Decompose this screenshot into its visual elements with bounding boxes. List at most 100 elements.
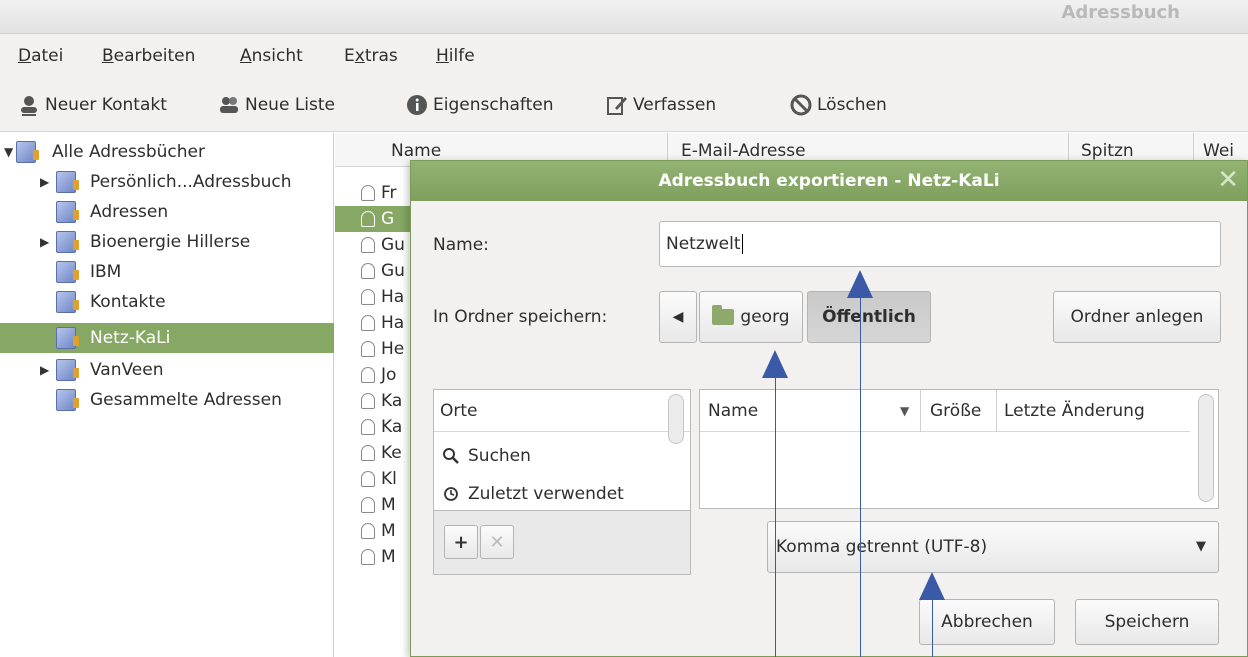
places-header: Orte: [434, 390, 690, 432]
person-icon: [361, 419, 375, 435]
contact-row[interactable]: He: [335, 336, 415, 362]
addressbook-icon: [56, 201, 79, 223]
tree-item-label: VanVeen: [90, 360, 164, 380]
places-header-label: Orte: [440, 401, 478, 421]
name-label: Name:: [433, 235, 489, 255]
contact-row[interactable]: Ha: [335, 310, 415, 336]
new-list-button[interactable]: Neue Liste: [218, 94, 335, 116]
addressbook-icon: [56, 291, 79, 313]
files-scrollbar[interactable]: [1198, 394, 1214, 502]
create-folder-label: Ordner anlegen: [1070, 307, 1204, 327]
contact-name: M: [381, 495, 396, 515]
person-icon: [361, 445, 375, 461]
save-button[interactable]: Speichern: [1075, 599, 1219, 645]
person-icon: [361, 393, 375, 409]
contact-row[interactable]: Kl: [335, 466, 415, 492]
files-column-size[interactable]: Größe: [930, 390, 981, 432]
contact-row[interactable]: M: [335, 544, 415, 570]
contact-row[interactable]: Gu: [335, 258, 415, 284]
menu-hilfe[interactable]: Hilfe: [436, 46, 475, 66]
addressbook-tree: ▼ Alle Adressbücher ▶ Persönlich...Adres…: [0, 133, 334, 657]
tree-item-label: Bioenergie Hillerse: [90, 232, 251, 252]
column-separator: [920, 390, 921, 432]
contact-row[interactable]: M: [335, 492, 415, 518]
addressbook-icon: [56, 389, 79, 411]
tree-item-adressen[interactable]: Adressen: [0, 197, 334, 227]
menu-ansicht[interactable]: Ansicht: [240, 46, 303, 66]
collapsed-arrow-icon[interactable]: ▶: [40, 235, 52, 249]
person-icon: [361, 367, 375, 383]
format-select[interactable]: Komma getrennt (UTF-8) ▼: [767, 521, 1219, 573]
remove-place-button[interactable]: ✕: [480, 525, 514, 559]
tree-item-gesammelte[interactable]: Gesammelte Adressen: [0, 385, 334, 415]
tree-item-all[interactable]: ▼ Alle Adressbücher: [0, 137, 334, 167]
place-recent[interactable]: Zuletzt verwendet: [442, 484, 624, 504]
tree-item-label: Kontakte: [90, 292, 166, 312]
tree-item-personal[interactable]: ▶ Persönlich...Adressbuch: [0, 167, 334, 197]
compose-button[interactable]: Verfassen: [606, 94, 716, 116]
tree-item-ibm[interactable]: IBM: [0, 257, 334, 287]
contact-name: Ha: [381, 287, 405, 307]
window-titlebar: Adressbuch: [0, 0, 1248, 34]
properties-button[interactable]: Eigenschaften: [406, 94, 553, 116]
collapsed-arrow-icon[interactable]: ▶: [40, 175, 52, 189]
delete-button[interactable]: Löschen: [790, 94, 887, 116]
column-nickname[interactable]: Spitzn: [1081, 141, 1134, 161]
menu-bearbeiten[interactable]: Bearbeiten: [102, 46, 195, 66]
contact-name: He: [381, 339, 405, 359]
new-list-label: Neue Liste: [245, 95, 335, 115]
contact-name: G: [381, 209, 395, 229]
column-email[interactable]: E-Mail-Adresse: [681, 141, 806, 161]
contact-row[interactable]: Ka: [335, 414, 415, 440]
cancel-button[interactable]: Abbrechen: [919, 599, 1055, 645]
tree-item-vanveen[interactable]: ▶ VanVeen: [0, 355, 334, 385]
contact-row[interactable]: Ka: [335, 388, 415, 414]
places-scrollbar[interactable]: [668, 394, 684, 444]
filename-value: Netzwelt: [666, 234, 741, 254]
contact-name: M: [381, 521, 396, 541]
info-icon: [407, 95, 427, 115]
path-button-georg[interactable]: georg: [699, 291, 803, 343]
contact-name: Kl: [381, 469, 397, 489]
contact-row[interactable]: Ke: [335, 440, 415, 466]
files-column-name[interactable]: Name: [708, 390, 758, 432]
person-icon: [361, 549, 375, 565]
contact-row[interactable]: G: [335, 206, 415, 232]
contact-row[interactable]: Ha: [335, 284, 415, 310]
annotation-line: [932, 595, 933, 657]
person-icon: [361, 315, 375, 331]
tree-item-netz-kali[interactable]: Netz-KaLi: [0, 323, 334, 353]
menu-extras[interactable]: Extras: [344, 46, 398, 66]
expanded-arrow-icon[interactable]: ▼: [4, 145, 16, 159]
column-name[interactable]: Name: [391, 141, 441, 161]
person-icon: [361, 263, 375, 279]
column-more[interactable]: Wei: [1203, 141, 1234, 161]
files-column-modified[interactable]: Letzte Änderung: [1004, 390, 1145, 432]
path-back-button[interactable]: ◀: [659, 291, 697, 343]
filename-input[interactable]: Netzwelt: [659, 221, 1221, 267]
tree-item-bioenergie[interactable]: ▶ Bioenergie Hillerse: [0, 227, 334, 257]
contact-row[interactable]: Fr: [335, 180, 415, 206]
person-icon: [361, 185, 375, 201]
places-panel: Orte Suchen Zuletzt verwendet: [433, 389, 691, 511]
text-caret: [741, 234, 743, 254]
dropdown-arrow-icon: ▼: [1196, 539, 1206, 554]
menu-datei[interactable]: Datei: [18, 46, 63, 66]
tree-item-label: Alle Adressbücher: [52, 142, 205, 162]
create-folder-button[interactable]: Ordner anlegen: [1053, 291, 1221, 343]
add-place-button[interactable]: +: [444, 525, 478, 559]
place-search[interactable]: Suchen: [442, 446, 531, 466]
new-contact-button[interactable]: Neuer Kontakt: [18, 94, 167, 116]
close-icon[interactable]: ✕: [1217, 167, 1239, 193]
contact-name: Gu: [381, 235, 405, 255]
contact-row[interactable]: Gu: [335, 232, 415, 258]
person-icon: [361, 289, 375, 305]
annotation-arrow-icon: [847, 270, 873, 298]
collapsed-arrow-icon[interactable]: ▶: [40, 363, 52, 377]
place-label: Suchen: [468, 446, 531, 466]
annotation-line: [860, 292, 861, 657]
contact-row[interactable]: M: [335, 518, 415, 544]
path-button-oeffentlich[interactable]: Öffentlich: [807, 291, 931, 343]
tree-item-kontakte[interactable]: Kontakte: [0, 287, 334, 317]
contact-row[interactable]: Jo: [335, 362, 415, 388]
